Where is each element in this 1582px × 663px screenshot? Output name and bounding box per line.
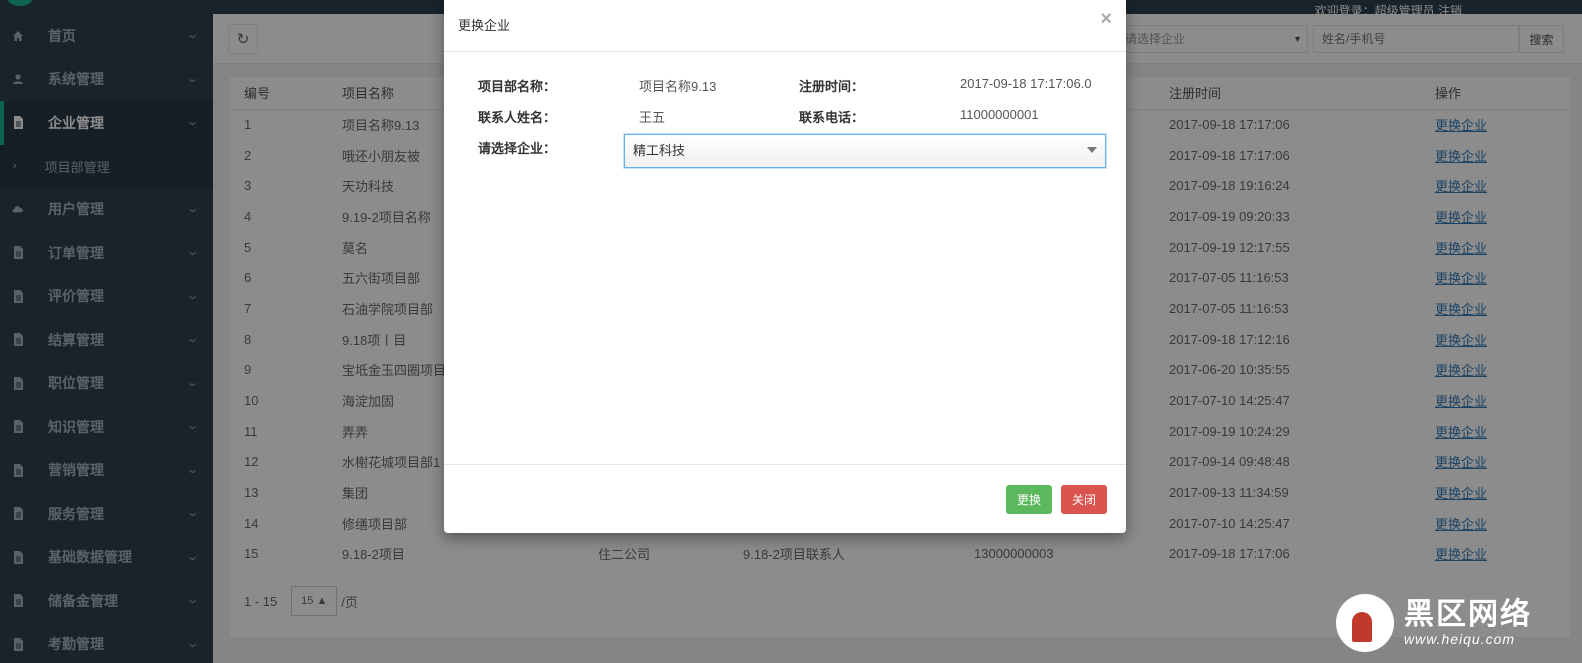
modal-header: 更换企业 × [444,0,1126,52]
close-button[interactable]: 关闭 [1061,485,1107,514]
contact-name-value: 王五 [639,110,666,125]
company-select-label: 请选择企业： [478,141,557,156]
change-button[interactable]: 更换 [1006,485,1052,514]
phone-value: 11000000001 [960,107,1039,122]
watermark-title: 黑区网络 [1404,597,1532,631]
change-company-modal: 更换企业 × 项目部名称： 项目名称9.13 注册时间： 2017-09-18 … [444,0,1126,533]
caret-down-icon [1087,147,1097,153]
modal-title: 更换企业 [458,18,511,33]
close-icon[interactable]: × [1100,8,1112,31]
contact-name-label: 联系人姓名： [478,110,557,125]
watermark-url: www.heiqu.com [1404,630,1516,647]
watermark-logo-icon [1336,593,1394,652]
phone-label: 联系电话： [799,110,865,125]
reg-time-value: 2017-09-18 17:17:06.0 [960,76,1092,91]
modal-footer: 更换 关闭 [444,464,1126,533]
reg-time-label: 注册时间： [799,79,865,94]
project-name-value: 项目名称9.13 [639,79,717,94]
company-select[interactable]: 精工科技 [624,134,1106,168]
watermark: 黑区网络 www.heiqu.com [1336,590,1566,655]
project-name-label: 项目部名称： [478,79,557,94]
